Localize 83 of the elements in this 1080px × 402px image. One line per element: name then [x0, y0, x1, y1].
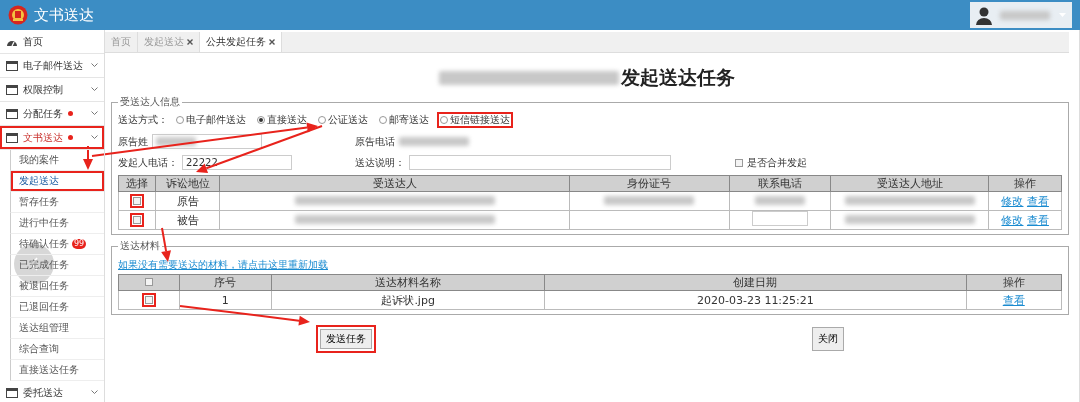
- input-field[interactable]: [409, 155, 671, 170]
- chevron-icon: [91, 63, 98, 68]
- table-cell: 原告: [155, 191, 220, 211]
- field-label: 原告姓: [118, 134, 148, 149]
- sidebar-item[interactable]: 权限控制: [0, 78, 104, 102]
- checkbox[interactable]: [735, 158, 743, 167]
- sidebar-item[interactable]: 电子邮件送达: [0, 54, 104, 78]
- window-icon: [6, 387, 18, 398]
- column-header: 受送达人地址: [830, 175, 989, 192]
- radio-option[interactable]: 短信链接送达: [437, 112, 513, 128]
- app-title: 文书送达: [34, 5, 94, 25]
- sidebar-subitem[interactable]: 发起送达: [10, 171, 104, 192]
- radio-option[interactable]: 公证送达: [315, 112, 371, 128]
- window-icon: [6, 60, 18, 71]
- radio-option[interactable]: 电子邮件送达: [173, 112, 249, 128]
- input-field[interactable]: [751, 211, 808, 226]
- sidebar-subitem[interactable]: 综合查询: [10, 339, 104, 360]
- close-icon[interactable]: [269, 39, 275, 45]
- user-menu[interactable]: [970, 2, 1072, 28]
- window-icon: [6, 132, 18, 143]
- page-title: 发起送达任务: [621, 65, 735, 90]
- count-badge: 99: [72, 239, 87, 249]
- sidebar-subitem[interactable]: 已退回任务: [10, 297, 104, 318]
- table-cell: 起诉状.jpg: [271, 290, 545, 310]
- input-field[interactable]: [152, 134, 262, 149]
- column-header: 操作: [966, 274, 1062, 291]
- field-label: 送达方式：: [118, 113, 168, 127]
- radio[interactable]: [318, 116, 326, 124]
- column-header: 诉讼地位: [155, 175, 220, 192]
- action-button[interactable]: 关闭: [812, 327, 844, 351]
- checkbox-label: 是否合并发起: [747, 155, 807, 170]
- sidebar-item[interactable]: 分配任务: [0, 102, 104, 126]
- sidebar-item[interactable]: 首页: [0, 30, 104, 54]
- action-link[interactable]: 查看: [1026, 194, 1049, 208]
- sidebar-item[interactable]: 委托送达: [0, 381, 104, 402]
- field-label: 原告电话: [355, 134, 395, 149]
- blurred-text: [1000, 10, 1050, 20]
- sidebar-subitem[interactable]: 待确认任务 99: [10, 234, 104, 255]
- column-header: 受送达人: [219, 175, 570, 192]
- panel-legend: 受送达人信息: [118, 95, 182, 109]
- chevron-icon: [91, 87, 98, 92]
- chevron-icon: [91, 135, 98, 140]
- table-cell: 1: [179, 290, 272, 310]
- avatar-icon: [974, 5, 994, 25]
- panel-legend: 送达材料: [118, 239, 162, 253]
- window-icon: [6, 108, 18, 119]
- close-icon[interactable]: [187, 39, 193, 45]
- radio[interactable]: [440, 116, 448, 124]
- column-header: 送达材料名称: [271, 274, 545, 291]
- window-icon: [6, 84, 18, 95]
- radio[interactable]: [379, 116, 387, 124]
- sidebar-subitem[interactable]: 送达组管理: [10, 318, 104, 339]
- column-header: 选择: [118, 175, 156, 192]
- sidebar-subitem[interactable]: 进行中任务: [10, 213, 104, 234]
- view-link[interactable]: 查看: [1002, 293, 1025, 307]
- radio[interactable]: [176, 116, 184, 124]
- sidebar-subitem[interactable]: 被退回任务: [10, 276, 104, 297]
- table-cell: 被告: [155, 210, 220, 230]
- sidebar-subitem[interactable]: 暂存任务: [10, 192, 104, 213]
- action-link[interactable]: 修改: [1001, 194, 1024, 208]
- chevron-icon: [91, 390, 98, 395]
- field-label: 发起人电话：: [118, 155, 178, 170]
- column-header: 操作: [988, 175, 1062, 192]
- table-cell: 2020-03-23 11:25:21: [544, 290, 966, 310]
- tab[interactable]: 公共发起任务: [200, 32, 282, 52]
- column-header: 创建日期: [544, 274, 966, 291]
- emblem-logo: [8, 5, 28, 25]
- sidebar-subitem[interactable]: 已完成任务: [10, 255, 104, 276]
- action-link[interactable]: 查看: [1026, 213, 1049, 227]
- field-label: 送达说明：: [355, 155, 405, 170]
- radio[interactable]: [257, 116, 265, 124]
- annotation-arrow: [161, 227, 171, 262]
- chevron-icon: [91, 111, 98, 116]
- sidebar-subitem[interactable]: 直接送达任务: [10, 360, 104, 381]
- column-header: 序号: [179, 274, 272, 291]
- action-link[interactable]: 修改: [1001, 213, 1024, 227]
- column-header: 身份证号: [569, 175, 730, 192]
- select-all-checkbox[interactable]: [144, 278, 153, 286]
- radio-option[interactable]: 邮寄送达: [376, 112, 432, 128]
- reload-link[interactable]: 如果没有需要送达的材料，请点击这里重新加载: [118, 258, 328, 272]
- column-header: 联系电话: [729, 175, 831, 192]
- radio-option[interactable]: 直接送达: [254, 112, 310, 128]
- sidebar-item[interactable]: 文书送达: [0, 126, 104, 150]
